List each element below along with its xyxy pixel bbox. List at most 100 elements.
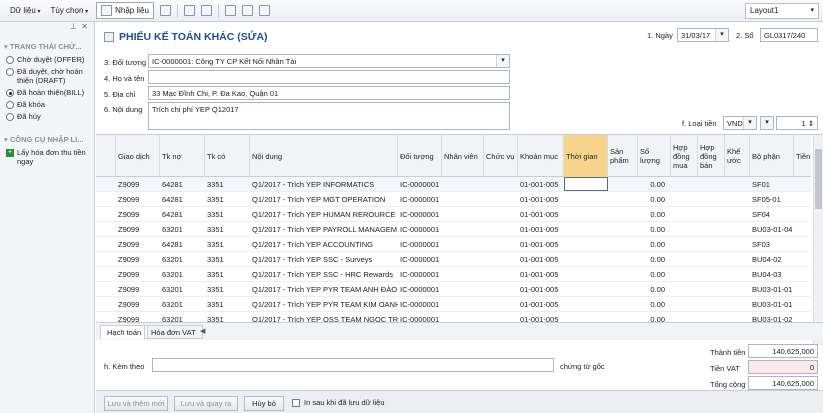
cell-debit[interactable]: 63201: [160, 252, 205, 267]
status-bill[interactable]: Đã hoàn thiện(BILL): [0, 87, 94, 99]
cell-department[interactable]: BU04-03: [750, 267, 794, 282]
tab-vat-invoice[interactable]: Hóa đơn VAT: [144, 325, 203, 339]
cell-transaction[interactable]: Z9099: [116, 237, 160, 252]
grid-vertical-scrollbar[interactable]: [813, 135, 823, 346]
col-amount[interactable]: Tiền: [794, 135, 811, 177]
col-purchase-contract[interactable]: Hợp đồng mua: [671, 135, 698, 177]
date-field[interactable]: 31/03/17: [677, 28, 729, 42]
edit-doc-icon[interactable]: [200, 5, 212, 16]
col-content[interactable]: Nội dung: [250, 135, 398, 177]
cell-debit[interactable]: 63201: [160, 297, 205, 312]
table-row[interactable]: Z9099 63201 3351 Q1/2017 - Trích YEP SSC - …: [96, 252, 811, 267]
cell-credit[interactable]: 3351: [205, 192, 250, 207]
cell-quantity[interactable]: 0.00: [638, 222, 671, 237]
cell-content[interactable]: Q1/2017 - Trích YEP ACCOUNTING: [250, 237, 398, 252]
cell-quantity[interactable]: 0.00: [638, 177, 671, 192]
options-menu[interactable]: Tùy chọn: [49, 6, 91, 15]
cell-object[interactable]: IC-0000001: [398, 192, 442, 207]
table-row[interactable]: Z9099 64281 3351 Q1/2017 - Trích YEP MGT OP…: [96, 192, 811, 207]
cancel-button[interactable]: Hủy bỏ: [244, 396, 284, 411]
cell-content[interactable]: Q1/2017 - Trích YEP INFORMATICS: [250, 177, 398, 192]
cell-credit[interactable]: 3351: [205, 297, 250, 312]
status-draft[interactable]: Đã duyệt, chờ hoàn thiện (DRAFT): [0, 66, 94, 87]
cell-content[interactable]: Q1/2017 - Trích YEP PAYROLL MANAGEM: [250, 222, 398, 237]
calculator-icon[interactable]: [258, 5, 270, 16]
cell-transaction[interactable]: Z9099: [116, 222, 160, 237]
col-quantity[interactable]: Số lượng: [638, 135, 671, 177]
cell-item[interactable]: 01-001-005: [518, 252, 564, 267]
cell-transaction[interactable]: Z9099: [116, 192, 160, 207]
scroll-thumb[interactable]: [815, 149, 822, 209]
cell-department[interactable]: BU04-02: [750, 252, 794, 267]
close-icon[interactable]: ✕: [81, 22, 88, 31]
layout-select[interactable]: Layout1: [745, 3, 819, 19]
save-back-button[interactable]: Lưu và quay ra: [174, 396, 238, 411]
cell-object[interactable]: IC-0000001: [398, 297, 442, 312]
cell-content[interactable]: Q1/2017 - Trích YEP PYR TEAM KIM OANH: [250, 297, 398, 312]
rate-field[interactable]: 1 ⇕: [776, 116, 818, 130]
fetch-invoice-tool[interactable]: + Lấy hóa đơn thu tiền ngay: [0, 147, 94, 167]
col-product[interactable]: Sản phẩm: [608, 135, 638, 177]
col-object[interactable]: Đối tượng: [398, 135, 442, 177]
cell-department[interactable]: SF04: [750, 207, 794, 222]
cell-item[interactable]: 01-001-005: [518, 222, 564, 237]
col-sale-contract[interactable]: Hợp đồng bán: [698, 135, 725, 177]
cell-transaction[interactable]: Z9099: [116, 297, 160, 312]
cell-object[interactable]: IC-0000001: [398, 222, 442, 237]
save-new-button[interactable]: Lưu và thêm mới: [104, 396, 168, 411]
pin-icon[interactable]: ⊥: [70, 22, 77, 31]
status-offer[interactable]: Chờ duyệt (OFFER): [0, 54, 94, 66]
cell-credit[interactable]: 3351: [205, 282, 250, 297]
save-icon[interactable]: [224, 5, 236, 16]
print-after-checkbox[interactable]: [292, 399, 300, 407]
new-doc-icon[interactable]: [183, 5, 195, 16]
cell-credit[interactable]: 3351: [205, 267, 250, 282]
status-locked[interactable]: Đã khóa: [0, 99, 94, 111]
table-row[interactable]: Z9099 63201 3351 Q1/2017 - Trích YEP PAYROL…: [96, 222, 811, 237]
currency-field[interactable]: VND: [723, 116, 757, 130]
table-row[interactable]: Z9099 63201 3351 Q1/2017 - Trích YEP SSC - …: [96, 267, 811, 282]
table-row[interactable]: Z9099 64281 3351 Q1/2017 - Trích YEP INFORM…: [96, 177, 811, 192]
table-row[interactable]: Z9099 64281 3351 Q1/2017 - Trích YEP HUMAN …: [96, 207, 811, 222]
time-cell-editor[interactable]: [564, 177, 608, 191]
col-time[interactable]: Thời gian: [564, 135, 608, 177]
attachment-field[interactable]: [152, 358, 554, 372]
cell-object[interactable]: IC-0000001: [398, 267, 442, 282]
cell-debit[interactable]: 63201: [160, 282, 205, 297]
view-icon[interactable]: [159, 5, 171, 16]
table-row[interactable]: Z9099 63201 3351 Q1/2017 - Trích YEP PYR TE…: [96, 297, 811, 312]
number-field[interactable]: GL0317/240: [760, 28, 818, 42]
table-row[interactable]: Z9099 63201 3351 Q1/2017 - Trích YEP PYR TE…: [96, 282, 811, 297]
cell-transaction[interactable]: Z9099: [116, 207, 160, 222]
cell-credit[interactable]: 3351: [205, 222, 250, 237]
cell-content[interactable]: Q1/2017 - Trích YEP SSC - HRC Rewards: [250, 267, 398, 282]
image-icon[interactable]: [241, 5, 253, 16]
cell-credit[interactable]: 3351: [205, 177, 250, 192]
tools-section-title[interactable]: CÔNG CỤ NHẬP LI...: [4, 135, 94, 144]
status-cancelled[interactable]: Đã hủy: [0, 111, 94, 123]
cell-object[interactable]: IC-0000001: [398, 237, 442, 252]
vat-field[interactable]: 0: [748, 360, 818, 374]
cell-item[interactable]: 01-001-005: [518, 177, 564, 192]
cell-object[interactable]: IC-0000001: [398, 252, 442, 267]
col-employee[interactable]: Nhân viên: [442, 135, 484, 177]
cell-department[interactable]: SF03: [750, 237, 794, 252]
col-item[interactable]: Khoản mục: [518, 135, 564, 177]
cell-department[interactable]: SF05-01: [750, 192, 794, 207]
cell-content[interactable]: Q1/2017 - Trích YEP HUMAN REROURCE: [250, 207, 398, 222]
cell-department[interactable]: BU03-01-01: [750, 297, 794, 312]
cell-debit[interactable]: 64281: [160, 177, 205, 192]
cell-transaction[interactable]: Z9099: [116, 177, 160, 192]
cell-debit[interactable]: 63201: [160, 267, 205, 282]
cell-quantity[interactable]: 0.00: [638, 282, 671, 297]
cell-quantity[interactable]: 0.00: [638, 297, 671, 312]
cell-quantity[interactable]: 0.00: [638, 192, 671, 207]
cell-item[interactable]: 01-001-005: [518, 267, 564, 282]
cell-credit[interactable]: 3351: [205, 237, 250, 252]
cell-debit[interactable]: 64281: [160, 237, 205, 252]
cell-transaction[interactable]: Z9099: [116, 267, 160, 282]
status-section-title[interactable]: TRANG THÁI CHỨ...: [4, 42, 94, 51]
cell-object[interactable]: IC-0000001: [398, 207, 442, 222]
cell-department[interactable]: BU03-01-01: [750, 282, 794, 297]
cell-item[interactable]: 01-001-005: [518, 237, 564, 252]
